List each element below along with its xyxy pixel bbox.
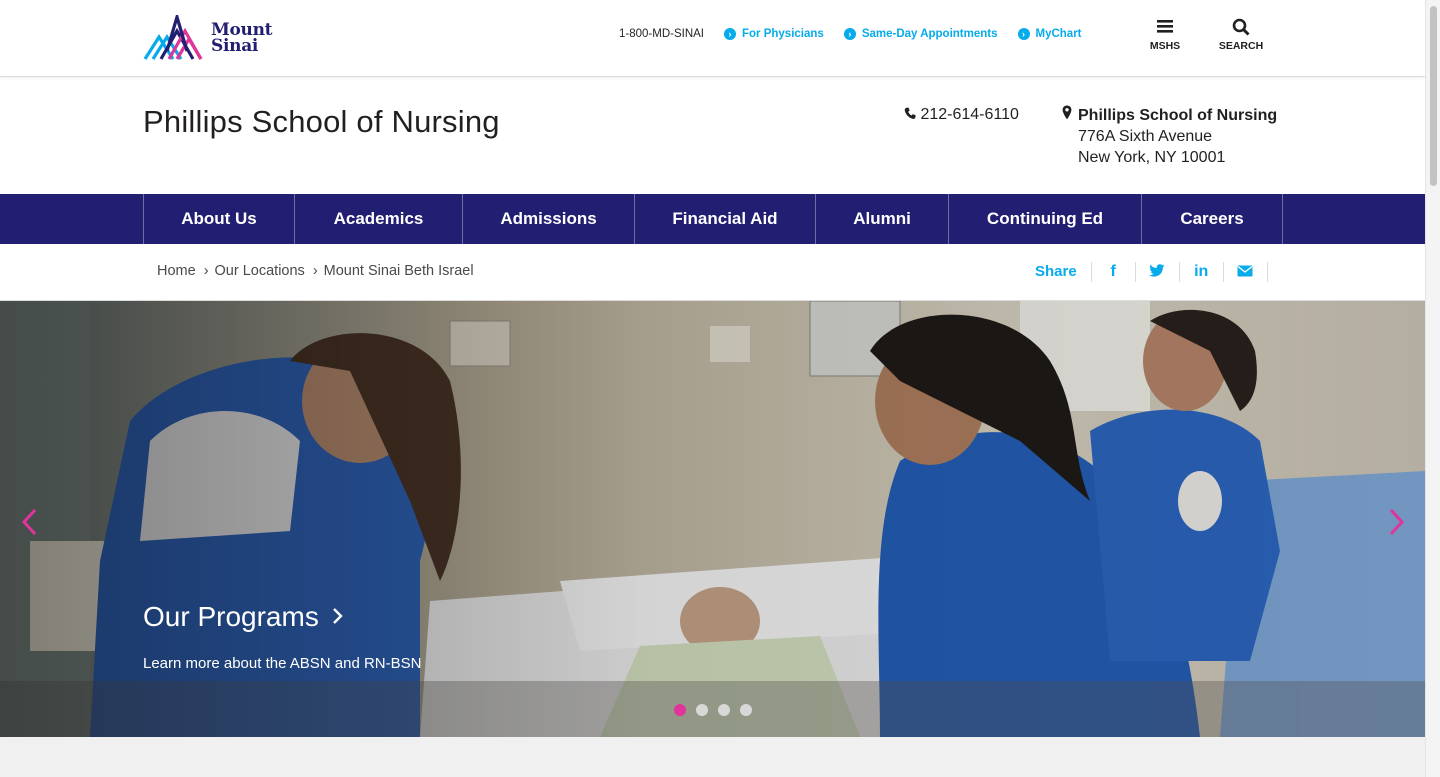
hero-carousel[interactable]: Our Programs Learn more about the ABSN a… [0, 301, 1425, 737]
breadcrumb-bar: Home › Our Locations › Mount Sinai Beth … [0, 244, 1425, 301]
nav-item-academics[interactable]: Academics [295, 194, 463, 244]
nav-item-about-us[interactable]: About Us [144, 194, 295, 244]
mshs-menu-button[interactable]: MSHS [1148, 18, 1182, 52]
mount-sinai-logo[interactable]: Mount Sinai [143, 14, 278, 62]
map-pin-icon [1062, 105, 1072, 120]
breadcrumb: Home › Our Locations › Mount Sinai Beth … [157, 263, 474, 279]
chevron-right-icon: › [203, 263, 209, 279]
scrollbar-thumb[interactable] [1430, 6, 1437, 186]
share-bar: Share f in [1035, 262, 1268, 282]
chevron-circle-icon: › [843, 28, 856, 40]
linkedin-icon[interactable]: in [1180, 262, 1224, 282]
carousel-next-button[interactable] [1388, 507, 1406, 545]
hero-title: Our Programs [143, 601, 319, 632]
mychart-link[interactable]: › MyChart [1017, 28, 1082, 40]
nav-item-careers[interactable]: Careers [1142, 194, 1283, 244]
search-button[interactable]: SEARCH [1216, 18, 1266, 52]
chevron-right-icon [332, 608, 343, 624]
nav-item-continuing-ed[interactable]: Continuing Ed [949, 194, 1142, 244]
page-title: Phillips School of Nursing [143, 104, 500, 139]
content-band [0, 737, 1425, 777]
hamburger-icon [1148, 18, 1182, 38]
share-label: Share [1035, 262, 1092, 282]
email-icon[interactable] [1224, 262, 1268, 282]
same-day-appointments-link[interactable]: › Same-Day Appointments [843, 28, 998, 40]
school-address: Phillips School of Nursing 776A Sixth Av… [1062, 105, 1277, 168]
mshs-label: MSHS [1149, 40, 1181, 52]
chevron-right-icon: › [312, 263, 318, 279]
nav-item-admissions[interactable]: Admissions [463, 194, 635, 244]
carousel-prev-button[interactable] [20, 507, 38, 545]
chevron-circle-icon: › [1017, 28, 1030, 40]
chevron-left-icon [21, 508, 37, 536]
carousel-dot-2[interactable] [696, 704, 708, 716]
address-name: Phillips School of Nursing [1078, 107, 1278, 124]
nav-item-financial-aid[interactable]: Financial Aid [635, 194, 816, 244]
nav-item-alumni[interactable]: Alumni [816, 194, 949, 244]
carousel-dot-3[interactable] [718, 704, 730, 716]
for-physicians-link[interactable]: › For Physicians [724, 28, 824, 40]
top-utility-bar: Mount Sinai 1-800-MD-SINAI › For Physicia… [0, 0, 1425, 77]
logo-wordmark: Mount Sinai [211, 20, 273, 56]
facebook-icon[interactable]: f [1092, 262, 1136, 282]
mount-sinai-logo-icon [143, 15, 203, 60]
hero-subtitle: Learn more about the ABSN and RN-BSN [143, 655, 422, 672]
main-phone-link[interactable]: 1-800-MD-SINAI [619, 28, 704, 40]
address-line2: New York, NY 10001 [1078, 149, 1226, 166]
hero-title-link[interactable]: Our Programs [143, 601, 343, 633]
main-nav: About Us Academics Admissions Financial … [0, 194, 1425, 244]
phone-icon [904, 107, 916, 119]
chevron-circle-icon: › [724, 28, 736, 40]
chevron-right-icon [1389, 508, 1405, 536]
carousel-dot-1[interactable] [674, 704, 686, 716]
breadcrumb-home[interactable]: Home [157, 263, 196, 279]
top-links: 1-800-MD-SINAI › For Physicians › Same-Day… [619, 28, 1102, 40]
school-phone-number: 212-614-6110 [920, 106, 1019, 123]
school-phone[interactable]: 212-614-6110 [904, 106, 1019, 124]
breadcrumb-our-locations[interactable]: Our Locations [215, 263, 305, 279]
page-scrollbar[interactable] [1425, 0, 1440, 777]
search-icon [1216, 18, 1266, 38]
twitter-icon[interactable] [1136, 262, 1180, 282]
search-label: SEARCH [1218, 40, 1264, 52]
carousel-dots [674, 704, 762, 716]
page: Mount Sinai 1-800-MD-SINAI › For Physicia… [0, 0, 1425, 777]
carousel-dot-4[interactable] [740, 704, 752, 716]
breadcrumb-current: Mount Sinai Beth Israel [323, 263, 474, 279]
address-line1: 776A Sixth Avenue [1078, 128, 1213, 145]
